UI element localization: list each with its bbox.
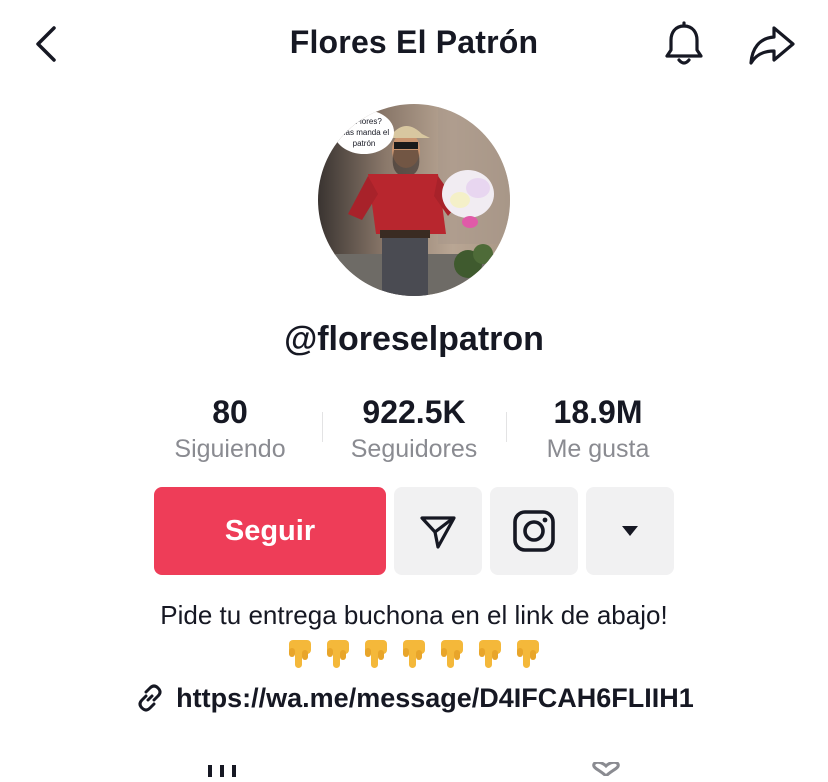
follow-button[interactable]: Seguir: [154, 487, 386, 575]
bio-text: Pide tu entrega buchona en el link de ab…: [160, 600, 668, 630]
stat-label: Seguidores: [350, 435, 478, 463]
send-icon: [420, 516, 456, 549]
instagram-button[interactable]: [490, 487, 578, 575]
pointing-down-hand-icon: [479, 640, 501, 668]
avatar[interactable]: ¿Flores? Mas manda el patrón: [318, 104, 510, 296]
username: @floreselpatron: [284, 320, 544, 358]
avatar-caption-line-2: Mas manda el: [339, 128, 389, 137]
stat-following[interactable]: 80 Siguiendo: [130, 392, 330, 466]
caret-down-icon: [622, 526, 638, 536]
pointing-down-hand-icon: [403, 640, 425, 668]
stat-value: 80: [212, 394, 248, 430]
link-icon: [138, 684, 162, 712]
stat-label: Me gusta: [546, 435, 650, 463]
instagram-icon: [513, 510, 555, 552]
tab-liked[interactable]: [586, 760, 626, 778]
stat-label: Siguiendo: [174, 435, 286, 463]
bell-icon: [665, 21, 703, 65]
pointing-down-hand-icon: [441, 640, 463, 668]
stat-followers[interactable]: 922.5K Seguidores: [314, 392, 514, 466]
pointing-down-hand-icon: [365, 640, 387, 668]
share-button[interactable]: [746, 20, 798, 68]
more-options-button[interactable]: [586, 487, 674, 575]
avatar-caption-line-1: ¿Flores?: [350, 117, 382, 126]
grid-icon: [208, 765, 236, 777]
pointing-down-hand-icon: [517, 640, 539, 668]
share-arrow-icon: [749, 26, 795, 65]
pointing-down-hand-icon: [327, 640, 349, 668]
bio-link-text[interactable]: https://wa.me/message/D4IFCAH6FLIIH1: [176, 683, 694, 714]
pointing-down-hand-icon: [289, 640, 311, 668]
heart-icon: [592, 760, 620, 778]
bio-emoji-row: [0, 636, 828, 670]
stat-value: 922.5K: [362, 394, 466, 430]
notification-bell-button[interactable]: [660, 20, 708, 68]
avatar-caption-line-3: patrón: [353, 139, 376, 148]
tab-videos[interactable]: [206, 764, 238, 777]
message-button[interactable]: [394, 487, 482, 575]
stat-value: 18.9M: [553, 394, 643, 430]
bio-link[interactable]: https://wa.me/message/D4IFCAH6FLIIH1: [0, 682, 828, 714]
stat-likes[interactable]: 18.9M Me gusta: [498, 392, 698, 466]
profile-header: Flores El Patrón: [0, 0, 828, 90]
avatar-photo: ¿Flores? Mas manda el patrón: [318, 104, 510, 296]
